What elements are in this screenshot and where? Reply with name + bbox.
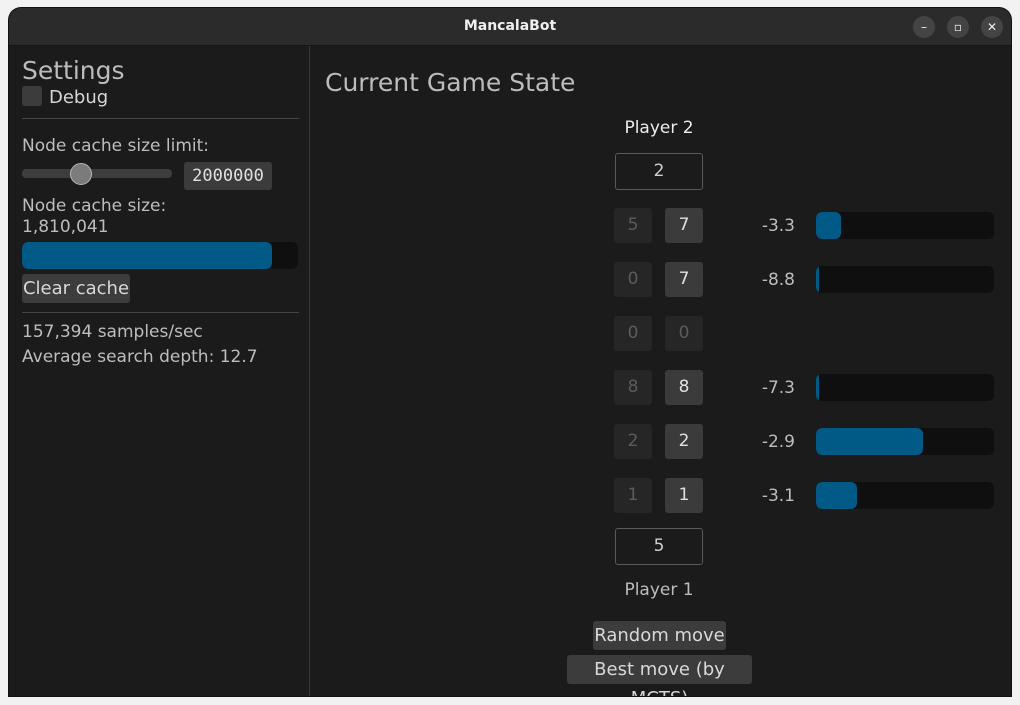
average-search-depth: Average search depth: 12.7 [22,347,258,367]
player2-pit: 0 [614,262,652,297]
divider [22,118,299,119]
debug-checkbox[interactable] [22,86,42,106]
close-button[interactable]: ✕ [981,16,1003,38]
move-value: -3.1 [761,486,795,506]
player2-pit: 0 [614,316,652,351]
move-value: -8.8 [761,270,795,290]
player2-pit: 2 [614,424,652,459]
player1-pit-button[interactable]: 2 [665,424,703,459]
player2-pit: 8 [614,370,652,405]
cache-size-progress [22,242,298,269]
move-value-bar-fill [816,374,819,401]
best-move-button[interactable]: Best move (by MCTS) [567,655,752,696]
player1-store: 5 [615,528,703,565]
player1-pit-button: 0 [665,316,703,351]
move-value-bar-fill [816,428,923,455]
player2-store: 2 [615,153,703,190]
player1-label: Player 1 [624,580,694,600]
cache-size-value: 1,810,041 [22,217,109,237]
clear-cache-button[interactable]: Clear cache [22,274,130,303]
divider [22,312,299,313]
player1-pit-button[interactable]: 1 [665,478,703,513]
settings-title: Settings [22,56,125,85]
cache-size-progress-fill [22,242,272,269]
move-value-bar [816,482,994,509]
move-value-bar [816,212,994,239]
random-move-button[interactable]: Random move [593,621,726,650]
cache-size-label: Node cache size: [22,196,167,216]
player2-pit: 1 [614,478,652,513]
move-value-bar-fill [816,266,819,293]
move-value: -3.3 [761,216,795,236]
player1-pit-button[interactable]: 7 [665,208,703,243]
cache-limit-input[interactable]: 2000000 [184,162,272,190]
settings-panel: Settings Debug Node cache size limit: 20… [9,46,310,696]
player1-pit-button[interactable]: 8 [665,370,703,405]
close-icon: ✕ [986,20,998,34]
move-value-bar-fill [816,482,857,509]
cache-limit-slider-handle[interactable] [70,163,92,185]
content-area: Settings Debug Node cache size limit: 20… [9,46,1011,696]
move-value: -7.3 [761,378,795,398]
window-title: MancalaBot [463,18,557,34]
game-state-title: Current Game State [325,68,576,97]
move-value: -2.9 [761,432,795,452]
maximize-icon: ▫ [953,20,963,34]
title-bar[interactable]: MancalaBot – ▫ ✕ [9,8,1011,46]
move-value-bar-fill [816,212,841,239]
maximize-button[interactable]: ▫ [947,16,969,38]
cache-limit-label: Node cache size limit: [22,136,210,156]
minimize-icon: – [921,20,927,34]
cache-limit-slider[interactable] [22,169,172,178]
player2-pit: 5 [614,208,652,243]
app-window: MancalaBot – ▫ ✕ Settings Debug Node cac… [9,8,1011,696]
move-value-bar [816,266,994,293]
minimize-button[interactable]: – [913,16,935,38]
player2-label: Player 2 [624,118,694,138]
move-value-bar [816,428,994,455]
move-value-bar [816,374,994,401]
debug-label[interactable]: Debug [49,87,108,108]
player1-pit-button[interactable]: 7 [665,262,703,297]
samples-per-sec: 157,394 samples/sec [22,322,203,342]
